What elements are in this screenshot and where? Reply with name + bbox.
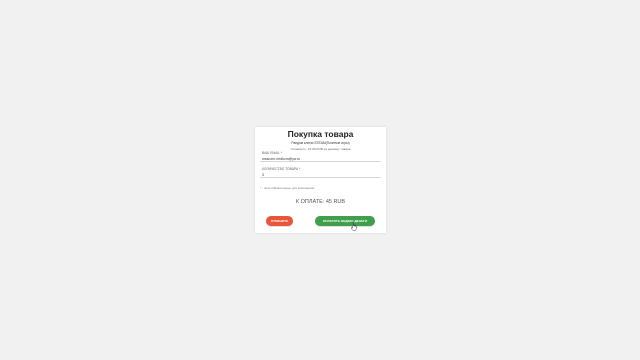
total-amount: К ОПЛАТЕ: 45 RUB <box>295 199 346 205</box>
hand-pointer-icon <box>351 222 357 231</box>
email-field[interactable]: mssnzrn.mrdkcm@ya.ru <box>260 156 381 162</box>
pay-yandex-money-button[interactable]: ОПЛАТИТЬ ЯНДЕКС.ДЕНЬГИ <box>315 216 375 226</box>
required-note: * - поля обязательные для заполнения <box>260 186 314 190</box>
page-title: Покупка товара <box>287 129 354 139</box>
cancel-button[interactable]: ОТМЕНИТЬ <box>266 216 293 226</box>
product-name: Рандом ключи STEAM(Платные игры) <box>291 141 350 145</box>
purchase-card: Покупка товара Рандом ключи STEAM(Платны… <box>255 127 386 233</box>
email-label: ВАШ EMAIL * <box>262 151 283 155</box>
quantity-field[interactable]: 3 <box>260 172 381 178</box>
quantity-label: КОЛИЧЕСТВО ТОВАРА * <box>262 167 301 171</box>
